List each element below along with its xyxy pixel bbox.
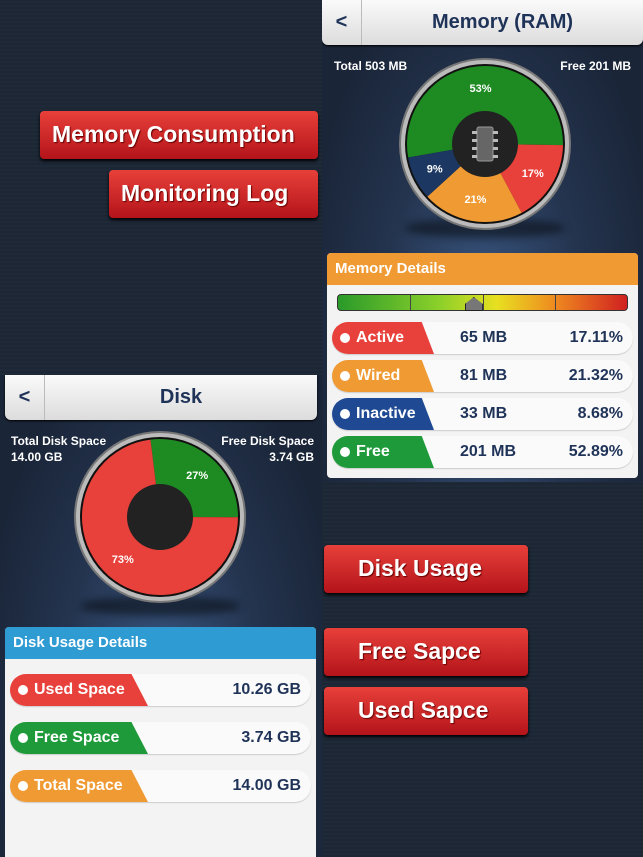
row-percent: 8.68%: [577, 405, 623, 422]
row-label: Total Space: [10, 770, 148, 802]
memory-screen: < Memory (RAM) Total 503 MB Free 201 MB …: [322, 0, 643, 482]
memory-row-active: Active 65 MB 17.11%: [332, 322, 633, 354]
back-button[interactable]: <: [322, 0, 362, 45]
row-label: Used Space: [10, 674, 148, 706]
row-mb: 201 MB: [460, 443, 517, 460]
disk-usage-banner: Disk Usage: [324, 545, 528, 593]
disk-row-total-space: Total Space 14.00 GB: [10, 770, 311, 802]
used-space-banner: Used Sapce: [324, 687, 528, 735]
row-percent: 17.11%: [569, 329, 623, 346]
gauge-indicator: [464, 297, 483, 311]
row-mb: 81 MB: [460, 367, 508, 384]
disk-pie-chart: 27% 73%: [74, 431, 246, 603]
disk-details-card: Disk Usage Details Used Space 10.26 GB F…: [5, 627, 316, 857]
back-button[interactable]: <: [5, 375, 45, 420]
monitoring-log-banner: Monitoring Log: [109, 170, 318, 218]
slice-label: 73%: [112, 554, 134, 566]
disk-row-used-space: Used Space 10.26 GB: [10, 674, 311, 706]
row-percent: 21.32%: [568, 367, 623, 384]
memory-row-free: Free 201 MB 52.89%: [332, 436, 633, 468]
page-title: Memory (RAM): [431, 11, 574, 33]
free-space-banner: Free Sapce: [324, 628, 528, 676]
memory-nav-bar: < Memory (RAM): [322, 0, 643, 45]
row-value: 14.00 GB: [232, 777, 301, 794]
memory-consumption-banner: Memory Consumption: [40, 111, 318, 159]
row-mb: 65 MB: [460, 329, 508, 346]
row-label: Free: [332, 436, 434, 468]
row-label: Active: [332, 322, 434, 354]
memory-gauge-bar: [337, 294, 628, 311]
disk-details-header: Disk Usage Details: [5, 627, 316, 659]
disk-row-free-space: Free Space 3.74 GB: [10, 722, 311, 754]
disk-screen: < Disk Total Disk Space 14.00 GB Free Dis…: [0, 375, 322, 857]
memory-pie-chart: 53% 17% 21% 9%: [399, 58, 571, 230]
memory-row-inactive: Inactive 33 MB 8.68%: [332, 398, 633, 430]
disk-nav-bar: < Disk: [5, 375, 317, 420]
total-memory: Total 503 MB: [334, 59, 408, 73]
row-mb: 33 MB: [460, 405, 508, 422]
slice-label: 53%: [469, 83, 491, 95]
memory-details-header: Memory Details: [327, 253, 638, 285]
slice-label: 21%: [464, 194, 486, 206]
row-value: 3.74 GB: [241, 729, 301, 746]
row-label: Free Space: [10, 722, 148, 754]
slice-label: 17%: [522, 168, 544, 180]
slice-label: 9%: [427, 164, 443, 176]
row-label: Inactive: [332, 398, 434, 430]
ram-chip-icon: [476, 126, 494, 162]
row-value: 10.26 GB: [232, 681, 301, 698]
page-title: Disk: [159, 386, 203, 408]
memory-row-wired: Wired 81 MB 21.32%: [332, 360, 633, 392]
slice-label: 27%: [186, 470, 208, 482]
row-label: Wired: [332, 360, 434, 392]
row-percent: 52.89%: [568, 443, 623, 460]
memory-details-card: Memory Details Active 65 MB 17.11% Wired…: [327, 253, 638, 478]
